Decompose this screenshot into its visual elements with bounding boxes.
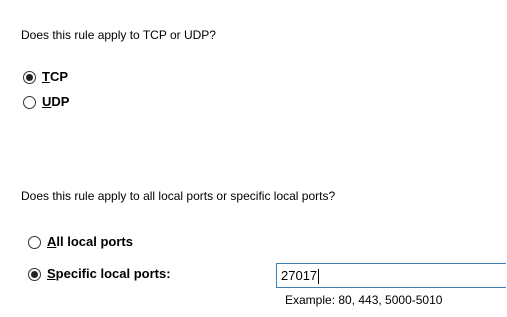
radio-all-local-ports-indicator[interactable] <box>28 235 41 249</box>
label-rest: pecific local ports: <box>55 266 171 281</box>
radio-udp-label[interactable]: UDP <box>42 94 69 110</box>
label-rest: CP <box>49 69 69 84</box>
specific-ports-input[interactable]: 27017 <box>276 263 506 288</box>
radio-selected-dot <box>31 270 38 278</box>
radio-specific-local-ports-label[interactable]: Specific local ports: <box>47 266 171 282</box>
mnemonic-letter: U <box>42 94 52 109</box>
mnemonic-letter: T <box>42 69 50 84</box>
radio-udp[interactable]: UDP <box>23 93 69 111</box>
ports-example-hint: Example: 80, 443, 5000-5010 <box>285 293 443 307</box>
mnemonic-letter: S <box>47 266 56 281</box>
radio-specific-local-ports-indicator[interactable] <box>28 267 41 281</box>
radio-all-local-ports-label[interactable]: All local ports <box>47 234 133 250</box>
ports-question: Does this rule apply to all local ports … <box>21 189 336 203</box>
radio-selected-dot <box>26 73 33 81</box>
radio-all-local-ports[interactable]: All local ports <box>28 233 133 251</box>
label-rest: ll local ports <box>56 234 133 249</box>
mnemonic-letter: A <box>47 234 57 249</box>
radio-udp-indicator[interactable] <box>23 95 36 109</box>
specific-ports-value: 27017 <box>281 268 318 283</box>
radio-tcp[interactable]: TCP <box>23 68 68 86</box>
radio-specific-local-ports[interactable]: Specific local ports: <box>28 265 171 283</box>
protocol-question: Does this rule apply to TCP or UDP? <box>21 28 216 42</box>
label-rest: DP <box>51 94 70 109</box>
text-caret <box>318 269 320 285</box>
radio-tcp-indicator[interactable] <box>23 70 36 84</box>
radio-tcp-label[interactable]: TCP <box>42 69 68 85</box>
